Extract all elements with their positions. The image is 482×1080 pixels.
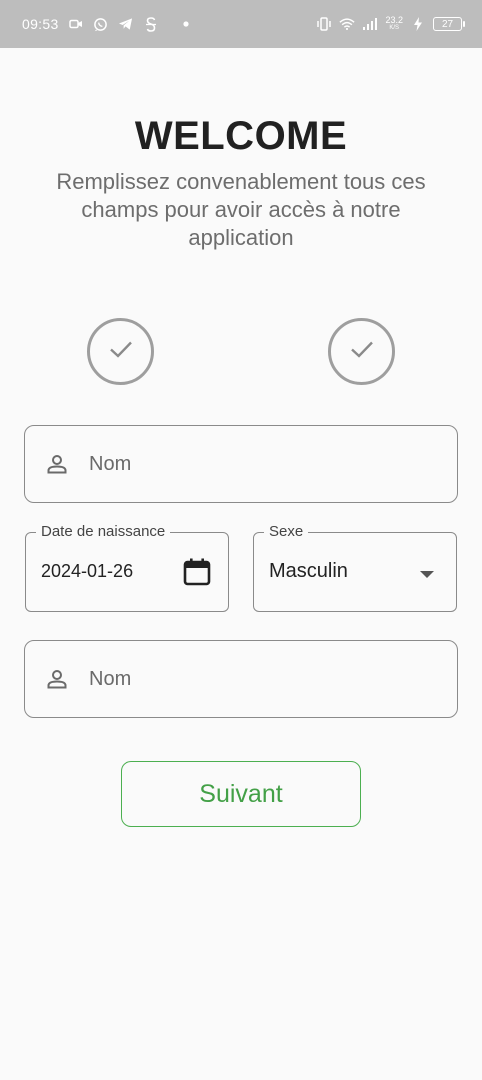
nom-field[interactable]: Nom (24, 425, 458, 503)
vibrate-icon (316, 16, 332, 32)
battery-icon: 27 (433, 17, 465, 31)
next-button[interactable]: Suivant (121, 761, 361, 827)
person-icon (45, 667, 69, 691)
step-indicator-1 (87, 318, 154, 385)
nom-field-2-placeholder: Nom (89, 667, 132, 690)
signal-icon (362, 16, 378, 32)
battery-level: 27 (441, 18, 454, 30)
status-bar: 09:53 23.2 K/S 27 (0, 0, 482, 48)
nom-field-2[interactable]: Nom (24, 640, 458, 718)
dropdown-arrow-icon[interactable] (420, 571, 434, 578)
birth-date-label: Date de naissance (36, 523, 171, 541)
video-icon (68, 16, 84, 32)
sexe-value: Masculin (269, 560, 348, 582)
wifi-icon (339, 16, 356, 32)
nom-field-placeholder: Nom (89, 452, 132, 475)
sexe-dropdown[interactable]: Sexe Masculin (253, 523, 457, 612)
charging-icon (410, 16, 426, 32)
dot-icon (178, 16, 194, 32)
birth-date-value: 2024-01-26 (41, 561, 134, 581)
check-icon (108, 339, 134, 364)
calendar-icon[interactable] (182, 557, 212, 587)
check-icon (349, 339, 375, 364)
step-indicator-2 (328, 318, 395, 385)
status-bar-left: 09:53 (22, 16, 194, 32)
page-subtitle: Remplissez convenablement tous ces champ… (56, 169, 426, 250)
network-speed-unit: K/S (389, 25, 400, 31)
network-speed: 23.2 K/S (385, 16, 403, 32)
whatsapp-icon (93, 16, 109, 32)
status-bar-right: 23.2 K/S 27 (316, 16, 465, 32)
page-title: WELCOME (134, 114, 348, 158)
birth-date-field[interactable]: Date de naissance 2024-01-26 (25, 523, 229, 612)
network-speed-value: 23.2 (385, 15, 403, 25)
person-icon (45, 452, 69, 476)
app-icon (143, 16, 159, 32)
telegram-icon (118, 16, 134, 32)
sexe-label: Sexe (264, 523, 309, 541)
status-time: 09:53 (22, 16, 59, 32)
